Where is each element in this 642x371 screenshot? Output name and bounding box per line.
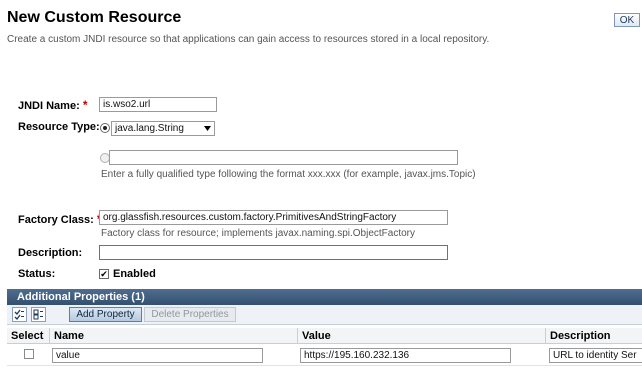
column-header-description: Description: [546, 328, 642, 344]
deselect-all-icon[interactable]: [31, 307, 46, 322]
resource-type-label: Resource Type:: [18, 121, 100, 133]
required-indicator: *: [82, 98, 88, 112]
row-select-checkbox[interactable]: [24, 349, 34, 359]
page-title: New Custom Resource: [7, 9, 182, 26]
properties-toolbar: Add Property Delete Properties: [7, 305, 642, 325]
chevron-down-icon: [204, 126, 211, 131]
status-label: Status:: [18, 268, 56, 280]
factory-class-label: Factory Class: *: [18, 212, 102, 226]
custom-type-help: Enter a fully qualified type following t…: [101, 169, 476, 180]
column-header-value: Value: [298, 328, 546, 344]
select-all-icon[interactable]: [12, 307, 27, 322]
select-all-glyph: [14, 309, 24, 320]
ok-button[interactable]: OK: [614, 13, 640, 27]
custom-type-input[interactable]: [109, 150, 458, 165]
additional-properties-header: Additional Properties (1): [7, 289, 642, 305]
checkmark-icon: ✔: [100, 268, 108, 279]
deselect-all-glyph: [33, 309, 43, 320]
factory-class-input[interactable]: org.glassfish.resources.custom.factory.P…: [99, 210, 448, 225]
factory-class-help: Factory class for resource; implements j…: [101, 228, 415, 239]
column-header-select: Select: [7, 328, 50, 344]
resource-type-select[interactable]: java.lang.String: [111, 121, 215, 136]
add-property-button[interactable]: Add Property: [69, 307, 142, 322]
property-description-input[interactable]: URL to identity Ser: [549, 348, 642, 363]
resource-type-selected: java.lang.String: [115, 123, 184, 134]
property-name-input[interactable]: value: [52, 348, 263, 363]
status-enabled-checkbox[interactable]: ✔: [99, 269, 109, 279]
description-input[interactable]: [99, 245, 448, 260]
factory-class-label-text: Factory Class:: [18, 214, 94, 226]
jndi-name-input[interactable]: is.wso2.url: [99, 97, 217, 112]
jndi-name-label-text: JNDI Name:: [18, 100, 80, 112]
description-label: Description:: [18, 247, 83, 259]
column-header-name: Name: [50, 328, 298, 344]
delete-properties-button[interactable]: Delete Properties: [144, 307, 236, 322]
property-value-input[interactable]: https://195.160.232.136: [300, 348, 511, 363]
radio-dot: [103, 126, 107, 130]
page-description: Create a custom JNDI resource so that ap…: [7, 34, 490, 45]
status-enabled-label: Enabled: [113, 268, 156, 280]
radio-selected-icon[interactable]: [100, 123, 110, 133]
jndi-name-label: JNDI Name: *: [18, 98, 87, 112]
